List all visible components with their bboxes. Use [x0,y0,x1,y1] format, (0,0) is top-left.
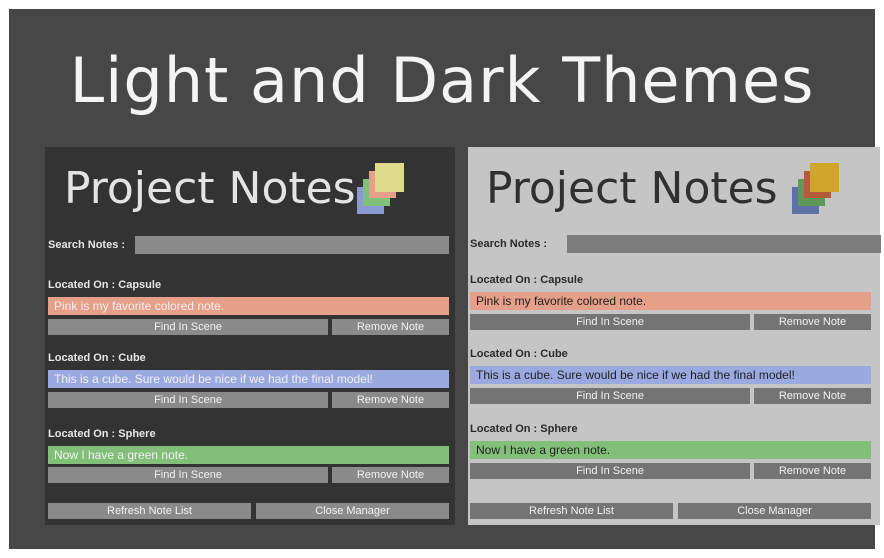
note-location-label: Located On : Sphere [470,423,578,435]
note-text-field[interactable]: Now I have a green note. [470,441,871,459]
search-label: Search Notes : [470,238,548,250]
showcase-frame: Light and Dark Themes Project Notes Sear… [9,9,881,549]
page-title: Light and Dark Themes [69,44,815,117]
refresh-note-list-button[interactable]: Refresh Note List [470,503,673,519]
panel-header: Project Notes [45,147,455,229]
note-text-field[interactable]: This is a cube. Sure would be nice if we… [48,370,449,388]
panel-header: Project Notes [468,147,880,229]
close-manager-button[interactable]: Close Manager [678,503,871,519]
note-text-field[interactable]: This is a cube. Sure would be nice if we… [470,366,871,384]
sticky-notes-icon [353,159,413,219]
remove-note-button[interactable]: Remove Note [754,314,871,330]
find-in-scene-button[interactable]: Find In Scene [470,314,750,330]
remove-note-button[interactable]: Remove Note [754,463,871,479]
note-location-label: Located On : Capsule [470,274,584,286]
note-text-field[interactable]: Now I have a green note. [48,446,449,464]
remove-note-button[interactable]: Remove Note [332,319,449,335]
note-text-field[interactable]: Pink is my favorite colored note. [470,292,871,310]
note-text-field[interactable]: Pink is my favorite colored note. [48,297,449,315]
note-location-label: Located On : Capsule [48,279,162,291]
find-in-scene-button[interactable]: Find In Scene [48,467,328,483]
remove-note-button[interactable]: Remove Note [332,392,449,408]
find-in-scene-button[interactable]: Find In Scene [48,319,328,335]
find-in-scene-button[interactable]: Find In Scene [470,463,750,479]
note-location-label: Located On : Cube [48,352,146,364]
sticky-notes-icon [788,159,848,219]
search-input[interactable] [135,236,449,254]
search-input[interactable] [567,235,881,253]
close-manager-button[interactable]: Close Manager [256,503,449,519]
find-in-scene-button[interactable]: Find In Scene [470,388,750,404]
panel-title: Project Notes [486,163,778,214]
dark-theme-panel: Project Notes Search Notes : Located On … [45,147,455,525]
note-location-label: Located On : Sphere [48,428,156,440]
note-location-label: Located On : Cube [470,348,568,360]
search-label: Search Notes : [48,239,126,251]
panel-title: Project Notes [64,163,356,214]
light-theme-panel: Project Notes Search Notes : Located On … [468,147,881,525]
remove-note-button[interactable]: Remove Note [332,467,449,483]
refresh-note-list-button[interactable]: Refresh Note List [48,503,251,519]
find-in-scene-button[interactable]: Find In Scene [48,392,328,408]
remove-note-button[interactable]: Remove Note [754,388,871,404]
